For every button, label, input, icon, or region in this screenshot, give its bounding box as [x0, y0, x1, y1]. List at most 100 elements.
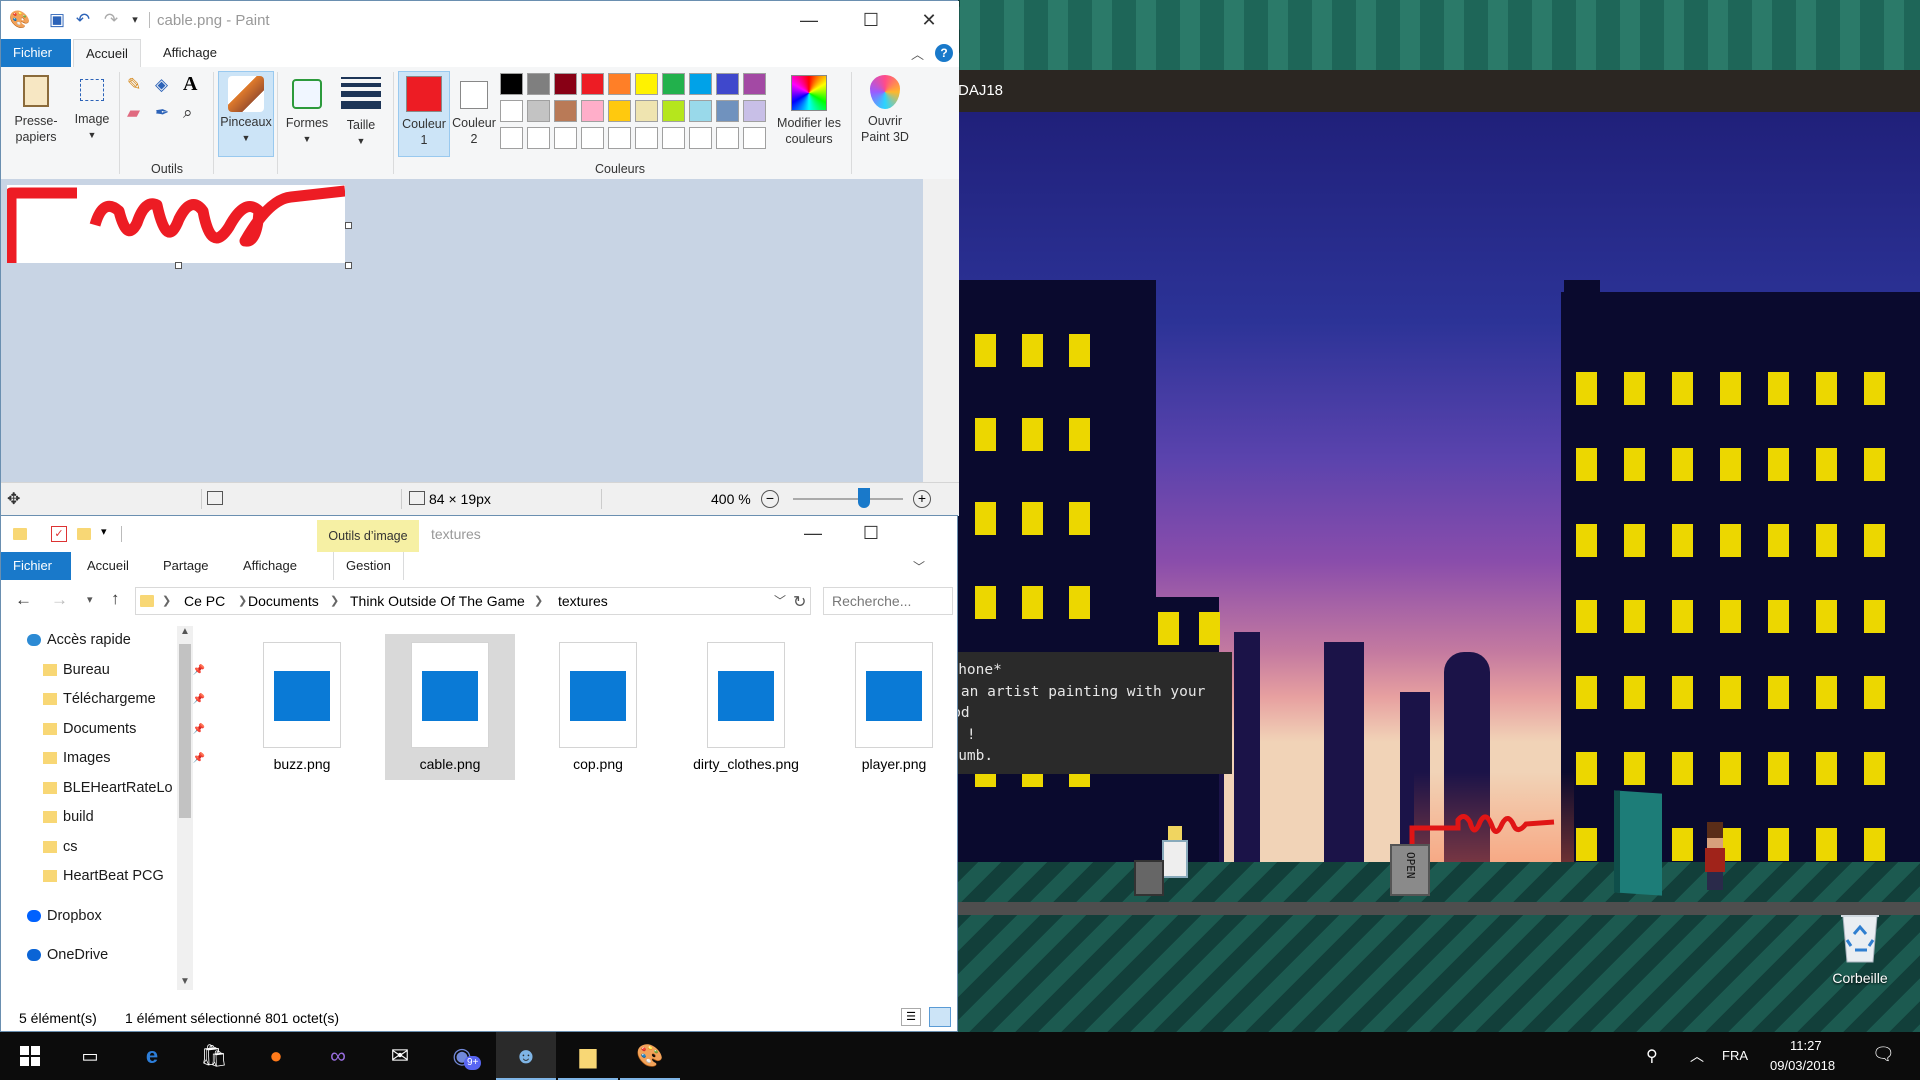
recycle-bin-shortcut[interactable]: Corbeille — [1800, 902, 1920, 992]
fill-icon[interactable]: ◈ — [155, 75, 168, 95]
file-item[interactable]: dirty_clothes.png — [681, 634, 811, 780]
nav-item[interactable]: Accès rapide — [27, 626, 191, 655]
breadcrumb-project[interactable]: Think Outside Of The Game — [350, 588, 525, 614]
palette-swatch[interactable] — [581, 100, 604, 122]
palette-swatch[interactable] — [581, 127, 604, 149]
clipboard-button[interactable]: Presse- papiers — [7, 71, 65, 161]
start-button[interactable] — [0, 1032, 60, 1080]
pencil-icon[interactable]: ✎ — [127, 75, 141, 95]
magnifier-icon[interactable]: ⌕ — [183, 103, 193, 123]
palette-swatch[interactable] — [527, 127, 550, 149]
edit-colors-button[interactable]: Modifier les couleurs — [773, 71, 845, 157]
file-item[interactable]: player.png — [829, 634, 959, 780]
breadcrumb-textures[interactable]: textures — [558, 588, 608, 614]
palette-swatch[interactable] — [662, 73, 685, 95]
refresh-icon[interactable]: ↻ — [793, 592, 806, 612]
brushes-button[interactable]: Pinceaux ▼ — [218, 71, 274, 157]
palette-swatch[interactable] — [716, 127, 739, 149]
vertical-scrollbar[interactable] — [923, 179, 959, 482]
clock-time[interactable]: 11:27 — [1790, 1038, 1822, 1053]
zoom-slider-thumb[interactable] — [858, 488, 870, 508]
maximize-button[interactable]: ☐ — [855, 520, 887, 546]
up-icon[interactable]: ↑ — [111, 589, 120, 609]
language-indicator[interactable]: FRA — [1722, 1048, 1748, 1063]
game-titlebar[interactable]: DAJ18 — [924, 70, 1920, 112]
file-item[interactable]: cop.png — [533, 634, 663, 780]
ribbon-collapse-icon[interactable]: ︿ — [911, 44, 924, 63]
tab-fichier[interactable]: Fichier — [1, 39, 71, 67]
file-explorer-icon[interactable]: ▆ — [558, 1032, 618, 1080]
palette-swatch[interactable] — [554, 73, 577, 95]
file-item[interactable]: buzz.png — [237, 634, 367, 780]
paint3d-button[interactable]: Ouvrir Paint 3D — [857, 71, 913, 157]
palette-swatch[interactable] — [662, 127, 685, 149]
recent-dropdown-icon[interactable]: ▾ — [87, 593, 93, 606]
address-dropdown-icon[interactable]: ﹀ — [774, 588, 786, 614]
palette-swatch[interactable] — [743, 73, 766, 95]
palette-swatch[interactable] — [554, 127, 577, 149]
palette-swatch[interactable] — [689, 100, 712, 122]
text-icon[interactable]: A — [183, 73, 197, 96]
address-bar[interactable]: ❯ Ce PC ❯ Documents ❯ Think Outside Of T… — [135, 587, 811, 615]
maximize-button[interactable]: ☐ — [855, 7, 887, 33]
nav-item[interactable]: Dropbox — [27, 902, 191, 931]
resize-handle[interactable] — [345, 262, 352, 269]
file-item[interactable]: cable.png — [385, 634, 515, 780]
tab-gestion[interactable]: Gestion — [333, 552, 404, 580]
size-button[interactable]: Taille ▼ — [335, 71, 387, 157]
shapes-button[interactable]: Formes ▼ — [283, 71, 331, 157]
resize-handle[interactable] — [345, 222, 352, 229]
palette-swatch[interactable] — [500, 73, 523, 95]
palette-swatch[interactable] — [527, 100, 550, 122]
palette-swatch[interactable] — [608, 73, 631, 95]
people-icon[interactable]: ⚲ — [1646, 1046, 1658, 1066]
breadcrumb-ce-pc[interactable]: Ce PC — [184, 588, 225, 614]
back-icon[interactable]: ← — [15, 590, 32, 610]
palette-swatch[interactable] — [527, 73, 550, 95]
color-picker-icon[interactable]: ✒ — [155, 103, 169, 123]
zoom-slider[interactable] — [793, 488, 903, 508]
minimize-button[interactable]: — — [797, 520, 829, 546]
palette-swatch[interactable] — [743, 127, 766, 149]
godot-icon[interactable]: ☻ — [496, 1032, 556, 1080]
drawing-canvas[interactable] — [7, 185, 345, 263]
scroll-down-icon[interactable]: ▼ — [180, 976, 190, 987]
nav-scrollbar[interactable]: ▲ ▼ — [177, 626, 193, 990]
palette-swatch[interactable] — [635, 127, 658, 149]
scroll-up-icon[interactable]: ▲ — [180, 626, 190, 637]
properties-icon[interactable]: ✓ — [51, 526, 67, 542]
new-folder-icon[interactable] — [77, 528, 91, 540]
palette-swatch[interactable] — [716, 100, 739, 122]
edge-icon[interactable]: e — [122, 1032, 182, 1080]
zoom-out-button[interactable]: − — [761, 490, 779, 508]
store-icon[interactable]: 🛍 — [184, 1032, 244, 1080]
tab-accueil[interactable]: Accueil — [75, 552, 141, 580]
tab-partage[interactable]: Partage — [151, 552, 221, 580]
palette-swatch[interactable] — [635, 73, 658, 95]
clock-date[interactable]: 09/03/2018 — [1770, 1058, 1835, 1073]
large-icons-view-icon[interactable] — [929, 1007, 951, 1027]
explorer-titlebar[interactable]: ✓ ▾ Outils d’image textures — ☐ — [1, 516, 957, 552]
redo-icon[interactable]: ↷ — [101, 10, 121, 30]
qat-dropdown-icon[interactable]: ▾ — [101, 525, 107, 538]
palette-swatch[interactable] — [608, 100, 631, 122]
tab-affichage[interactable]: Affichage — [231, 552, 309, 580]
visual-studio-icon[interactable]: ∞ — [308, 1032, 368, 1080]
tab-affichage[interactable]: Affichage — [151, 39, 229, 67]
palette-swatch[interactable] — [689, 127, 712, 149]
game-window[interactable]: DAJ18 OPEN n Phone* an artist painting w… — [924, 70, 1920, 915]
palette-swatch[interactable] — [662, 100, 685, 122]
help-icon[interactable]: ? — [935, 44, 953, 62]
forward-icon[interactable]: → — [51, 590, 68, 610]
ribbon-expand-icon[interactable]: ﹀ — [913, 558, 925, 575]
palette-swatch[interactable] — [743, 100, 766, 122]
color2-button[interactable]: Couleur 2 — [450, 71, 498, 155]
breadcrumb-documents[interactable]: Documents — [248, 588, 319, 614]
close-button[interactable]: ✕ — [913, 7, 945, 33]
tray-chevron-icon[interactable]: ︿ — [1690, 1046, 1704, 1066]
palette-swatch[interactable] — [500, 100, 523, 122]
palette-swatch[interactable] — [608, 127, 631, 149]
paint-titlebar[interactable]: 🎨 ▣ ↶ ↷ ▾ cable.png - Paint — ☐ ✕ — [1, 1, 959, 39]
palette-swatch[interactable] — [635, 100, 658, 122]
undo-icon[interactable]: ↶ — [73, 10, 93, 30]
